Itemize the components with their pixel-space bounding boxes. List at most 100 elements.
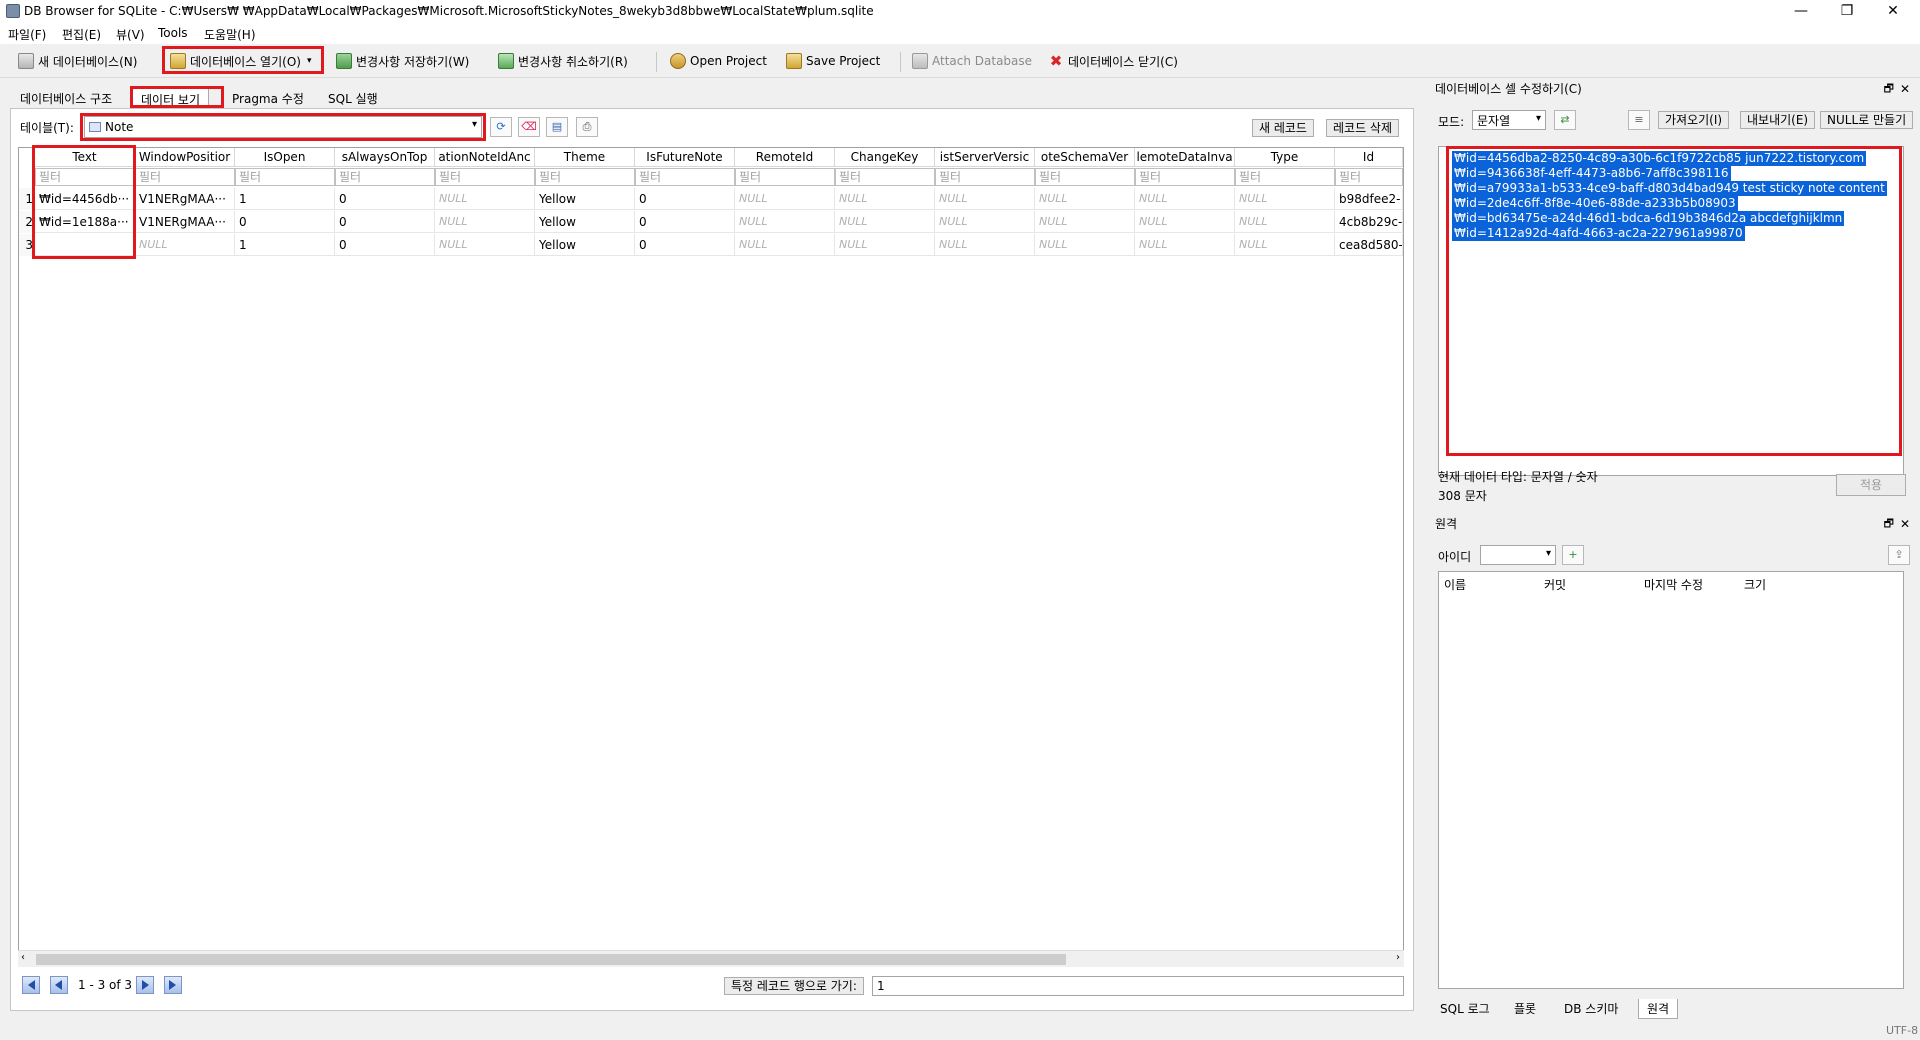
import-button[interactable]: 가져오기(I) — [1658, 111, 1730, 129]
table-cell[interactable]: NULL — [935, 211, 1035, 233]
row-number[interactable]: 1 — [19, 188, 33, 210]
table-cell[interactable]: 0 — [335, 234, 435, 256]
menu-tools[interactable]: Tools — [158, 26, 188, 40]
set-null-button[interactable]: NULL로 만들기 — [1820, 111, 1914, 129]
table-select[interactable]: Note ▾ — [84, 116, 482, 138]
menu-edit[interactable]: 편집(E) — [62, 26, 101, 43]
table-cell[interactable]: NULL — [735, 211, 835, 233]
table-cell[interactable]: NULL — [935, 234, 1035, 256]
column-header[interactable]: ationNoteIdAnc — [435, 148, 535, 167]
column-header[interactable]: ChangeKey — [835, 148, 935, 167]
table-cell[interactable]: NULL — [435, 234, 535, 256]
tab-database-structure[interactable]: 데이터베이스 구조 — [12, 88, 121, 108]
maximize-button[interactable]: ❐ — [1824, 0, 1870, 22]
table-cell[interactable]: 1 — [235, 188, 335, 210]
apply-button[interactable]: 적용 — [1836, 474, 1906, 496]
filter-input[interactable]: 필터 — [735, 168, 835, 186]
attach-database-button[interactable]: Attach Database — [908, 50, 1036, 72]
next-record-button[interactable] — [136, 976, 154, 994]
filter-input[interactable]: 필터 — [1335, 168, 1403, 186]
add-identity-icon[interactable]: + — [1562, 545, 1584, 565]
table-cell[interactable] — [35, 234, 135, 256]
column-header[interactable]: sAlwaysOnTop — [335, 148, 435, 167]
column-header[interactable]: istServerVersic — [935, 148, 1035, 167]
remote-column-name[interactable]: 이름 — [1444, 576, 1466, 593]
table-cell[interactable]: NULL — [135, 234, 235, 256]
open-project-button[interactable]: Open Project — [666, 50, 771, 72]
close-icon[interactable]: ✕ — [1900, 80, 1910, 98]
table-cell[interactable]: b98dfee2- — [1335, 188, 1403, 210]
editor-text-line[interactable]: ₩id=9436638f-4eff-4473-a8b6-7aff8c398116 — [1452, 166, 1731, 181]
remote-column-last-modified[interactable]: 마지막 수정 — [1644, 576, 1703, 593]
editor-text-line[interactable]: ₩id=bd63475e-a24d-46d1-bdca-6d19b3846d2a… — [1452, 211, 1845, 226]
column-header[interactable]: IsFutureNote — [635, 148, 735, 167]
delete-record-button[interactable]: 레코드 삭제 — [1326, 119, 1400, 137]
close-icon[interactable]: ✕ — [1900, 515, 1910, 533]
filter-input[interactable]: 필터 — [335, 168, 435, 186]
horizontal-scrollbar[interactable]: ‹ › — [18, 950, 1404, 967]
table-cell[interactable]: 4cb8b29c- — [1335, 211, 1403, 233]
auto-switch-icon[interactable]: ⇄ — [1554, 110, 1576, 130]
export-button[interactable]: 내보내기(E) — [1740, 111, 1816, 129]
table-cell[interactable]: NULL — [1235, 234, 1335, 256]
remote-column-commit[interactable]: 커밋 — [1544, 576, 1566, 593]
tab-plot[interactable]: 플롯 — [1506, 999, 1544, 1019]
table-cell[interactable]: 0 — [335, 211, 435, 233]
table-cell[interactable]: NULL — [1035, 211, 1135, 233]
revert-changes-button[interactable]: 변경사항 취소하기(R) — [494, 50, 632, 72]
column-header[interactable]: lemoteDataInva — [1135, 148, 1235, 167]
editor-text-line[interactable]: ₩id=a79933a1-b533-4ce9-baff-d803d4bad949… — [1452, 181, 1887, 196]
editor-text-line[interactable]: ₩id=4456dba2-8250-4c89-a30b-6c1f9722cb85… — [1452, 151, 1867, 166]
dropdown-arrow-icon[interactable]: ▾ — [307, 56, 312, 66]
column-header[interactable]: Text — [35, 148, 135, 167]
table-cell[interactable]: NULL — [835, 211, 935, 233]
filter-input[interactable]: 필터 — [935, 168, 1035, 186]
tab-sql-log[interactable]: SQL 로그 — [1432, 999, 1498, 1019]
filter-input[interactable]: 필터 — [1135, 168, 1235, 186]
save-table-icon[interactable]: ▤ — [546, 117, 568, 137]
tab-execute-sql[interactable]: SQL 실행 — [320, 88, 386, 108]
new-database-button[interactable]: 새 데이터베이스(N) — [14, 50, 141, 72]
filter-input[interactable]: 필터 — [635, 168, 735, 186]
table-cell[interactable]: NULL — [1235, 211, 1335, 233]
table-cell[interactable]: ₩id=4456db··· — [35, 188, 135, 210]
table-cell[interactable]: NULL — [835, 234, 935, 256]
table-cell[interactable]: 0 — [635, 211, 735, 233]
column-header[interactable]: Theme — [535, 148, 635, 167]
menu-help[interactable]: 도움말(H) — [204, 26, 256, 43]
table-cell[interactable]: NULL — [1035, 234, 1135, 256]
upload-icon[interactable]: ⇪ — [1888, 545, 1910, 565]
table-cell[interactable]: NULL — [735, 188, 835, 210]
close-window-button[interactable]: ✕ — [1870, 0, 1916, 22]
table-cell[interactable]: NULL — [1235, 188, 1335, 210]
table-cell[interactable]: Yellow — [535, 211, 635, 233]
table-cell[interactable]: V1NERgMAA··· — [135, 188, 235, 210]
table-cell[interactable]: 1 — [235, 234, 335, 256]
print-icon[interactable]: ⎙ — [576, 117, 598, 137]
table-cell[interactable]: NULL — [1135, 188, 1235, 210]
menu-file[interactable]: 파일(F) — [8, 26, 46, 43]
table-cell[interactable]: Yellow — [535, 188, 635, 210]
table-cell[interactable]: NULL — [835, 188, 935, 210]
row-number[interactable]: 2 — [19, 211, 33, 233]
column-header[interactable]: WindowPositior — [135, 148, 235, 167]
table-cell[interactable]: NULL — [1035, 188, 1135, 210]
filter-input[interactable]: 필터 — [235, 168, 335, 186]
filter-input[interactable]: 필터 — [35, 168, 135, 186]
save-project-button[interactable]: Save Project — [782, 50, 884, 72]
table-cell[interactable]: NULL — [435, 188, 535, 210]
table-cell[interactable]: 0 — [235, 211, 335, 233]
scroll-right-icon[interactable]: › — [1396, 952, 1400, 963]
table-cell[interactable]: 0 — [635, 234, 735, 256]
scroll-left-icon[interactable]: ‹ — [21, 952, 25, 963]
float-icon[interactable]: 🗗 — [1884, 515, 1894, 533]
remote-file-list[interactable] — [1438, 571, 1904, 989]
filter-input[interactable]: 필터 — [535, 168, 635, 186]
remote-column-size[interactable]: 크기 — [1744, 576, 1766, 593]
table-cell[interactable]: NULL — [435, 211, 535, 233]
column-header[interactable]: Id — [1335, 148, 1403, 167]
filter-input[interactable]: 필터 — [135, 168, 235, 186]
table-cell[interactable]: 0 — [635, 188, 735, 210]
row-number[interactable]: 3 — [19, 234, 33, 256]
float-icon[interactable]: 🗗 — [1884, 80, 1894, 98]
